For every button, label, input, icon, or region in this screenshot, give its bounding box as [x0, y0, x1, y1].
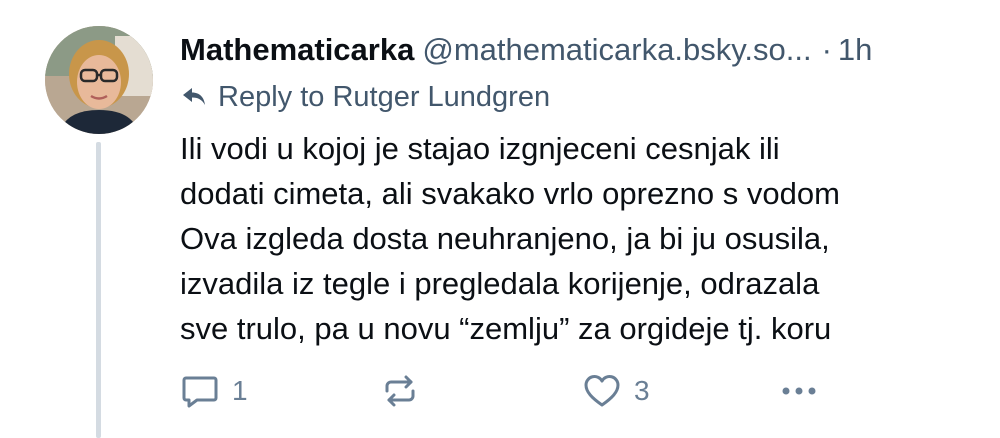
- post-text-line: Ova izgleda dosta neuhranjeno, ja bi ju …: [180, 221, 830, 256]
- repost-arrows-icon: [380, 371, 420, 411]
- like-count: 3: [634, 375, 650, 406]
- reply-to-link[interactable]: Reply to Rutger Lundgren: [180, 76, 550, 118]
- post-text-line: izvadila iz tegle i pregledala korijenje…: [180, 266, 820, 301]
- post-text-line: dodati cimeta, ali svakako vrlo oprezno …: [180, 176, 840, 211]
- repost-button[interactable]: [380, 366, 420, 416]
- heart-icon: [582, 371, 622, 411]
- post-actions: 1 3: [180, 366, 830, 416]
- reply-count: 1: [232, 375, 248, 406]
- speech-bubble-icon: [180, 371, 220, 411]
- reply-arrow-icon: [180, 83, 208, 111]
- author-handle[interactable]: @mathematicarka.bsky.so...: [422, 32, 811, 67]
- like-button[interactable]: 3: [582, 366, 650, 416]
- thread-line: [96, 142, 101, 438]
- post-text-line: Ili vodi u kojoj je stajao izgnjeceni ce…: [180, 131, 780, 166]
- avatar[interactable]: [45, 26, 153, 134]
- author-name[interactable]: Mathematicarka: [180, 32, 414, 67]
- post-time[interactable]: 1h: [838, 32, 872, 67]
- ellipsis-icon: [777, 371, 821, 411]
- separator-dot: ·: [821, 32, 832, 67]
- post-text-line: sve trulo, pa u novu “zemlju” za orgidej…: [180, 311, 832, 346]
- avatar-photo: [45, 26, 153, 134]
- reply-to-label: Reply to Rutger Lundgren: [218, 80, 551, 113]
- more-options-button[interactable]: [777, 366, 821, 416]
- post-text: Ili vodi u kojoj je stajao izgnjeceni ce…: [180, 126, 980, 351]
- post-header: Mathematicarka @mathematicarka.bsky.so...…: [180, 28, 980, 72]
- reply-button[interactable]: 1: [180, 366, 248, 416]
